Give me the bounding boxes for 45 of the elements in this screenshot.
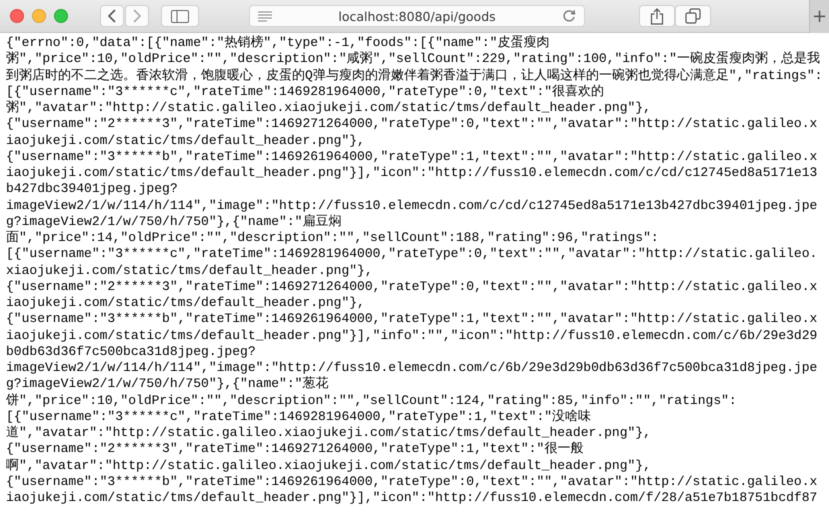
json-text-line: g?imageView2/1/w/750/h/750"},{"name":"扁豆焖 (6, 214, 342, 230)
new-tab-button[interactable]: + (809, 0, 829, 32)
json-text-line: 粥","price":10,"oldPrice":"","description":"咸粥","sellCount":229,"rating":100,"info":"一碗皮蛋瘦肉粥，总是我 (6, 51, 821, 68)
address-bar[interactable]: localhost:8080/api/goods (249, 5, 585, 27)
reader-icon[interactable] (258, 10, 272, 22)
json-text-line: {"username":"3******b","rateTime":1469261964000,"rateType":1,"text":"","avatar":"http://static.galileo.x (6, 311, 818, 328)
json-text-line: imageView2/1/w/114/h/114","image":"http://fuss10.elemecdn.com/c/6b/29e3d29b0db63d36f7c500bca31d8jpeg.jpe (6, 360, 818, 376)
json-text-line: {"username":"2******3","rateTime":1469271264000,"rateType":0,"text":"","avatar":"http://static.galileo.x (6, 278, 818, 295)
share-icon (650, 8, 664, 24)
tabs-icon (685, 8, 701, 24)
json-text-line: b0db63d36f7c500bca31d8jpeg.jpeg? (6, 344, 257, 360)
json-text-line: 啊","avatar":"http://static.galileo.xiaojukeji.com/static/tms/default_header.png"}, (6, 458, 652, 474)
reload-icon[interactable] (562, 9, 576, 23)
json-text-line: iaojukeji.com/static/tms/default_header.png"}, (6, 132, 366, 149)
json-text-line: [{"username":"3******c","rateTime":1469281964000,"rateType":0,"text":"很喜欢的 (6, 84, 606, 100)
json-text-line: iaojukeji.com/static/tms/default_header.png"}],"icon":"http://fuss10.elemecdn.com/c/cd/c12745ed8a5171e13 (6, 165, 818, 182)
json-text-line: b427dbc39401jpeg.jpeg? (6, 181, 179, 198)
json-text-line: xiaojukeji.com/static/tms/default_header.png"}, (6, 262, 374, 279)
sidebar-icon (171, 10, 189, 22)
back-button[interactable] (100, 5, 124, 27)
zoom-button[interactable] (54, 9, 68, 23)
tabs-button[interactable] (675, 5, 711, 27)
json-text-line: 到粥店时的不二之选。香浓软滑，饱腹暖心，皮蛋的Q弹与瘦肉的滑嫩伴着粥香溢于满口，让人喝这样的一碗粥也觉得心满意足","ratings": (6, 68, 824, 84)
json-text-line: 道","avatar":"http://static.galileo.xiaojukeji.com/static/tms/default_header.png"}, (6, 425, 652, 442)
json-text-line: g?imageView2/1/w/750/h/750"},{"name":"葱花 (6, 376, 330, 392)
close-button[interactable] (10, 9, 24, 23)
share-button[interactable] (639, 5, 675, 27)
json-text-line: imageView2/1/w/114/h/114","image":"http://fuss10.elemecdn.com/c/cd/c12745ed8a5171e13b427dbc39401jpeg.jpe (6, 198, 818, 214)
json-text-line: iaojukeji.com/static/tms/default_header.png"}],"icon":"http://fuss10.elemecdn.com/f/28/a51e7b18751bcdf87 (6, 490, 818, 506)
url-text: localhost:8080/api/goods (337, 8, 497, 24)
json-text-line: 面","price":14,"oldPrice":"","description":"","sellCount":188,"rating":96,"ratings": (6, 230, 660, 246)
chevron-left-icon (107, 9, 117, 23)
chevron-right-icon (132, 9, 142, 23)
json-text-line: 饼","price":10,"oldPrice":"","description":"","sellCount":124,"rating":85,"info":"","ratings": (6, 392, 738, 409)
json-text-line: {"errno":0,"data":[{"name":"热销榜","type":-1,"foods":[{"name":"皮蛋瘦肉 (6, 35, 550, 51)
json-text-line: 粥","avatar":"http://static.galileo.xiaojukeji.com/static/tms/default_header.png"}, (6, 100, 652, 116)
json-text-line: [{"username":"3******c","rateTime":1469281964000,"rateType":0,"text":"","avatar":"http://static.galileo. (6, 246, 818, 262)
json-text-line: iaojukeji.com/static/tms/default_header.png"}, (6, 295, 366, 312)
json-text-line: {"username":"2******3","rateTime":1469271264000,"rateType":1,"text":"很一般 (6, 441, 584, 458)
sidebar-button[interactable] (161, 5, 199, 27)
json-text-line: {"username":"3******b","rateTime":1469261964000,"rateType":0,"text":"","avatar":"http://static.galileo.x (6, 474, 818, 490)
json-text-line: [{"username":"3******c","rateTime":1469281964000,"rateType":1,"text":"没啥味 (6, 408, 592, 425)
json-text-line: {"username":"2******3","rateTime":1469271264000,"rateType":0,"text":"","avatar":"http://static.galileo.x (6, 116, 818, 132)
json-text-line: iaojukeji.com/static/tms/default_header.png"}],"info":"","icon":"http://fuss10.elemecdn.com/c/6b/29e3d29 (6, 328, 818, 344)
json-text-line: {"username":"3******b","rateTime":1469261964000,"rateType":1,"text":"","avatar":"http://static.galileo.x (6, 148, 818, 165)
